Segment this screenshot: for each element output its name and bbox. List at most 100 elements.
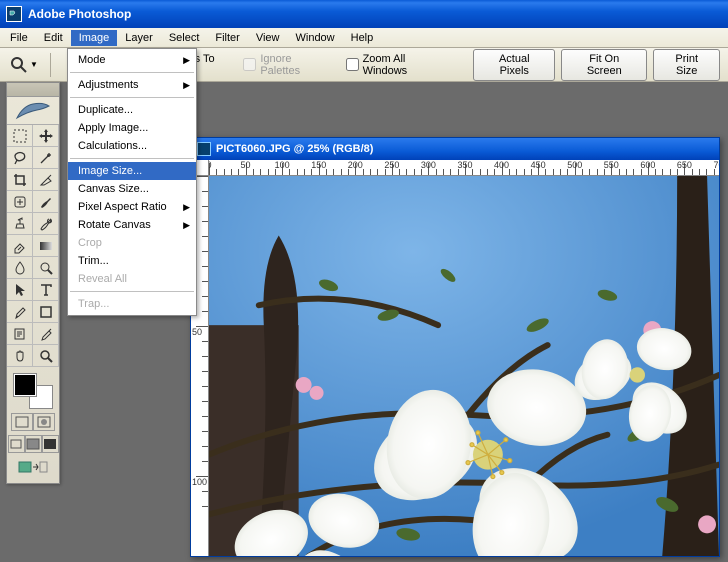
- quickmask-mode-icon[interactable]: [33, 413, 55, 431]
- menu-separator: [70, 97, 194, 98]
- imageready-jump-icon[interactable]: [18, 460, 48, 474]
- eyedropper-icon[interactable]: [33, 323, 59, 345]
- gradient-icon[interactable]: [33, 235, 59, 257]
- toolbox-palette: [6, 82, 60, 484]
- menu-item-image-size[interactable]: Image Size...: [68, 162, 196, 180]
- ruler-h-label: 550: [604, 160, 619, 170]
- menu-view[interactable]: View: [248, 30, 288, 46]
- menubar: File Edit Image Layer Select Filter View…: [0, 28, 728, 48]
- screen-full-icon[interactable]: [42, 435, 59, 453]
- submenu-arrow-icon: ▶: [183, 220, 190, 231]
- zoom-all-windows-checkbox[interactable]: Zoom All Windows: [346, 53, 448, 77]
- screen-standard-icon[interactable]: [8, 435, 25, 453]
- zoom-all-windows-input[interactable]: [346, 58, 359, 71]
- history-brush-icon[interactable]: [33, 213, 59, 235]
- ruler-h-label: 50: [241, 160, 251, 170]
- eraser-icon[interactable]: [7, 235, 33, 257]
- move-icon[interactable]: [33, 125, 59, 147]
- menu-separator: [70, 291, 194, 292]
- menu-item-crop: Crop: [68, 234, 196, 252]
- submenu-arrow-icon: ▶: [183, 55, 190, 66]
- menu-layer[interactable]: Layer: [117, 30, 161, 46]
- menu-item-label: Apply Image...: [78, 122, 148, 134]
- print-size-button[interactable]: Print Size: [653, 49, 720, 81]
- menu-window[interactable]: Window: [288, 30, 343, 46]
- tool-preset-picker[interactable]: ▼: [8, 54, 40, 76]
- menu-item-apply-image[interactable]: Apply Image...: [68, 119, 196, 137]
- menu-select[interactable]: Select: [161, 30, 208, 46]
- menu-item-label: Calculations...: [78, 140, 147, 152]
- menu-item-trim[interactable]: Trim...: [68, 252, 196, 270]
- actual-pixels-button[interactable]: Actual Pixels: [473, 49, 555, 81]
- ruler-h-label: 650: [677, 160, 692, 170]
- zoom-all-windows-label: Zoom All Windows: [363, 53, 448, 77]
- brush-icon[interactable]: [33, 191, 59, 213]
- clone-stamp-icon[interactable]: [7, 213, 33, 235]
- standard-mode-icon[interactable]: [11, 413, 33, 431]
- ignore-palettes-checkbox[interactable]: Ignore Palettes: [243, 53, 329, 77]
- hand-icon[interactable]: [7, 345, 33, 367]
- toolbox-drag-handle[interactable]: [7, 83, 59, 97]
- menu-item-label: Trim...: [78, 255, 109, 267]
- notes-icon[interactable]: [7, 323, 33, 345]
- photoshop-logo-icon: [7, 97, 59, 125]
- menu-item-label: Trap...: [78, 298, 109, 310]
- crop-icon[interactable]: [7, 169, 33, 191]
- menu-item-rotate-canvas[interactable]: Rotate Canvas ▶: [68, 216, 196, 234]
- ruler-h-label: 200: [348, 160, 363, 170]
- ignore-palettes-input: [243, 58, 256, 71]
- menu-item-label: Duplicate...: [78, 104, 133, 116]
- menu-item-duplicate[interactable]: Duplicate...: [68, 101, 196, 119]
- foreground-color-swatch[interactable]: [13, 373, 37, 397]
- menu-separator: [70, 158, 194, 159]
- fit-on-screen-button[interactable]: Fit On Screen: [561, 49, 647, 81]
- zoom-icon[interactable]: [33, 345, 59, 367]
- horizontal-ruler[interactable]: 0501001502002503003504004505005506006507…: [209, 160, 719, 176]
- shape-icon[interactable]: [33, 301, 59, 323]
- menu-separator: [70, 72, 194, 73]
- menu-item-calculations[interactable]: Calculations...: [68, 137, 196, 155]
- screen-full-menubar-icon[interactable]: [25, 435, 42, 453]
- menu-help[interactable]: Help: [343, 30, 382, 46]
- blur-icon[interactable]: [7, 257, 33, 279]
- canvas[interactable]: [209, 176, 719, 556]
- healing-brush-icon[interactable]: [7, 191, 33, 213]
- path-selection-icon[interactable]: [7, 279, 33, 301]
- menu-file[interactable]: File: [2, 30, 36, 46]
- menu-image[interactable]: Image: [71, 30, 118, 46]
- ruler-h-label: 400: [494, 160, 509, 170]
- pen-icon[interactable]: [7, 301, 33, 323]
- marquee-icon[interactable]: [7, 125, 33, 147]
- document-window: PICT6060.JPG @ 25% (RGB/8) 0501001502002…: [190, 137, 720, 557]
- menu-item-label: Canvas Size...: [78, 183, 149, 195]
- menu-item-label: Reveal All: [78, 273, 127, 285]
- menu-item-label: Adjustments: [78, 79, 139, 91]
- ruler-h-label: 450: [531, 160, 546, 170]
- ruler-h-label: 600: [640, 160, 655, 170]
- menu-item-adjustments[interactable]: Adjustments ▶: [68, 76, 196, 94]
- color-swatches[interactable]: [13, 373, 53, 409]
- menu-item-canvas-size[interactable]: Canvas Size...: [68, 180, 196, 198]
- lasso-icon[interactable]: [7, 147, 33, 169]
- submenu-arrow-icon: ▶: [183, 80, 190, 91]
- menu-filter[interactable]: Filter: [207, 30, 247, 46]
- ruler-v-label: 50: [192, 327, 202, 337]
- menu-item-trap: Trap...: [68, 295, 196, 313]
- menu-edit[interactable]: Edit: [36, 30, 71, 46]
- menu-item-mode[interactable]: Mode▶: [68, 51, 196, 69]
- document-icon: [197, 142, 211, 156]
- magic-wand-icon[interactable]: [33, 147, 59, 169]
- document-titlebar[interactable]: PICT6060.JPG @ 25% (RGB/8): [191, 138, 719, 160]
- menu-item-reveal-all: Reveal All: [68, 270, 196, 288]
- ruler-h-label: 500: [567, 160, 582, 170]
- ruler-v-label: 100: [192, 477, 207, 487]
- ruler-h-label: 100: [275, 160, 290, 170]
- menu-item-pixel-aspect-ratio[interactable]: Pixel Aspect Ratio▶: [68, 198, 196, 216]
- menu-item-label: Pixel Aspect Ratio: [78, 201, 167, 213]
- type-icon[interactable]: [33, 279, 59, 301]
- toolbar-divider: [50, 53, 51, 77]
- slice-icon[interactable]: [33, 169, 59, 191]
- menu-item-label: Rotate Canvas: [78, 219, 151, 231]
- image-menu-dropdown: Mode▶ Adjustments ▶ Duplicate... Apply Image…: [67, 48, 197, 316]
- dodge-icon[interactable]: [33, 257, 59, 279]
